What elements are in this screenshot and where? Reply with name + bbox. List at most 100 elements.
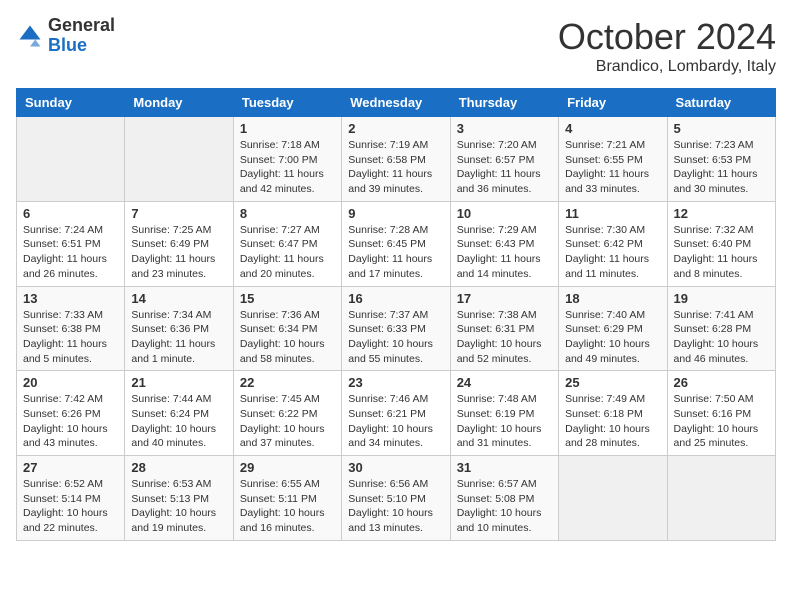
calendar-cell: 31Sunrise: 6:57 AM Sunset: 5:08 PM Dayli… [450, 456, 558, 541]
day-number: 12 [674, 206, 769, 221]
calendar-cell: 28Sunrise: 6:53 AM Sunset: 5:13 PM Dayli… [125, 456, 233, 541]
logo-text: General Blue [48, 16, 115, 56]
logo-blue: Blue [48, 35, 87, 55]
calendar-cell: 25 Sunrise: 7:49 AM Sunset: 6:18 PM Dayli… [559, 371, 667, 456]
day-info: Sunrise: 7:42 AM Sunset: 6:26 PM Dayligh… [23, 392, 118, 451]
logo-general: General [48, 15, 115, 35]
day-info: Sunrise: 7:25 AM Sunset: 6:49 PM Dayligh… [131, 223, 226, 282]
day-number: 26 [674, 375, 769, 390]
day-number: 15 [240, 291, 335, 306]
calendar-cell: 13 Sunrise: 7:33 AM Sunset: 6:38 PM Dayli… [17, 286, 125, 371]
calendar-cell: 20 Sunrise: 7:42 AM Sunset: 6:26 PM Dayli… [17, 371, 125, 456]
day-number: 28 [131, 460, 226, 475]
calendar-cell: 2Sunrise: 7:19 AM Sunset: 6:58 PM Daylig… [342, 117, 450, 202]
day-info: Sunrise: 7:38 AM Sunset: 6:31 PM Dayligh… [457, 308, 552, 367]
day-number: 3 [457, 121, 552, 136]
day-info: Sunrise: 7:33 AM Sunset: 6:38 PM Dayligh… [23, 308, 118, 367]
day-info: Sunrise: 7:45 AM Sunset: 6:22 PM Dayligh… [240, 392, 335, 451]
calendar-cell: 1 Sunrise: 7:18 AM Sunset: 7:00 PM Daylig… [233, 117, 341, 202]
day-number: 11 [565, 206, 660, 221]
day-info: Sunrise: 6:57 AM Sunset: 5:08 PM Dayligh… [457, 477, 552, 536]
month-title: October 2024 [558, 16, 776, 58]
calendar-cell: 27 Sunrise: 6:52 AM Sunset: 5:14 PM Dayli… [17, 456, 125, 541]
day-info: Sunrise: 7:19 AM Sunset: 6:58 PM Dayligh… [348, 138, 443, 197]
day-number: 18 [565, 291, 660, 306]
day-info: Sunrise: 6:52 AM Sunset: 5:14 PM Dayligh… [23, 477, 118, 536]
weekday-header-monday: Monday [125, 89, 233, 117]
week-row-1: 1 Sunrise: 7:18 AM Sunset: 7:00 PM Daylig… [17, 117, 776, 202]
calendar-cell: 5 Sunrise: 7:23 AM Sunset: 6:53 PM Daylig… [667, 117, 775, 202]
weekday-header-sunday: Sunday [17, 89, 125, 117]
day-info: Sunrise: 7:29 AM Sunset: 6:43 PM Dayligh… [457, 223, 552, 282]
day-number: 17 [457, 291, 552, 306]
weekday-header-saturday: Saturday [667, 89, 775, 117]
calendar-cell: 6 Sunrise: 7:24 AM Sunset: 6:51 PM Daylig… [17, 201, 125, 286]
day-number: 22 [240, 375, 335, 390]
day-info: Sunrise: 7:37 AM Sunset: 6:33 PM Dayligh… [348, 308, 443, 367]
week-row-2: 6 Sunrise: 7:24 AM Sunset: 6:51 PM Daylig… [17, 201, 776, 286]
day-info: Sunrise: 7:49 AM Sunset: 6:18 PM Dayligh… [565, 392, 660, 451]
calendar-cell: 4Sunrise: 7:21 AM Sunset: 6:55 PM Daylig… [559, 117, 667, 202]
day-info: Sunrise: 7:18 AM Sunset: 7:00 PM Dayligh… [240, 138, 335, 197]
day-number: 23 [348, 375, 443, 390]
calendar-cell: 15Sunrise: 7:36 AM Sunset: 6:34 PM Dayli… [233, 286, 341, 371]
calendar-cell: 9Sunrise: 7:28 AM Sunset: 6:45 PM Daylig… [342, 201, 450, 286]
day-number: 20 [23, 375, 118, 390]
day-info: Sunrise: 7:34 AM Sunset: 6:36 PM Dayligh… [131, 308, 226, 367]
calendar-cell: 12 Sunrise: 7:32 AM Sunset: 6:40 PM Dayli… [667, 201, 775, 286]
day-info: Sunrise: 7:41 AM Sunset: 6:28 PM Dayligh… [674, 308, 769, 367]
day-number: 7 [131, 206, 226, 221]
calendar-cell [667, 456, 775, 541]
day-number: 5 [674, 121, 769, 136]
weekday-header-wednesday: Wednesday [342, 89, 450, 117]
calendar-cell: 10 Sunrise: 7:29 AM Sunset: 6:43 PM Dayli… [450, 201, 558, 286]
day-info: Sunrise: 7:27 AM Sunset: 6:47 PM Dayligh… [240, 223, 335, 282]
location: Brandico, Lombardy, Italy [558, 58, 776, 76]
calendar-cell: 23 Sunrise: 7:46 AM Sunset: 6:21 PM Dayli… [342, 371, 450, 456]
day-number: 30 [348, 460, 443, 475]
day-info: Sunrise: 7:20 AM Sunset: 6:57 PM Dayligh… [457, 138, 552, 197]
calendar-cell: 21 Sunrise: 7:44 AM Sunset: 6:24 PM Dayli… [125, 371, 233, 456]
calendar-cell [125, 117, 233, 202]
day-number: 4 [565, 121, 660, 136]
day-number: 10 [457, 206, 552, 221]
day-info: Sunrise: 7:23 AM Sunset: 6:53 PM Dayligh… [674, 138, 769, 197]
calendar-cell: 3 Sunrise: 7:20 AM Sunset: 6:57 PM Daylig… [450, 117, 558, 202]
calendar-cell: 7 Sunrise: 7:25 AM Sunset: 6:49 PM Daylig… [125, 201, 233, 286]
weekday-header-tuesday: Tuesday [233, 89, 341, 117]
day-number: 25 [565, 375, 660, 390]
calendar-cell: 26 Sunrise: 7:50 AM Sunset: 6:16 PM Dayli… [667, 371, 775, 456]
day-number: 1 [240, 121, 335, 136]
day-info: Sunrise: 7:46 AM Sunset: 6:21 PM Dayligh… [348, 392, 443, 451]
day-info: Sunrise: 7:30 AM Sunset: 6:42 PM Dayligh… [565, 223, 660, 282]
day-number: 13 [23, 291, 118, 306]
day-number: 16 [348, 291, 443, 306]
day-number: 21 [131, 375, 226, 390]
calendar-cell: 29Sunrise: 6:55 AM Sunset: 5:11 PM Dayli… [233, 456, 341, 541]
week-row-5: 27 Sunrise: 6:52 AM Sunset: 5:14 PM Dayli… [17, 456, 776, 541]
calendar-table: SundayMondayTuesdayWednesdayThursdayFrid… [16, 88, 776, 541]
calendar-cell [559, 456, 667, 541]
calendar-cell: 14Sunrise: 7:34 AM Sunset: 6:36 PM Dayli… [125, 286, 233, 371]
title-block: October 2024 Brandico, Lombardy, Italy [558, 16, 776, 76]
weekday-header-friday: Friday [559, 89, 667, 117]
day-number: 27 [23, 460, 118, 475]
calendar-cell [17, 117, 125, 202]
day-info: Sunrise: 7:40 AM Sunset: 6:29 PM Dayligh… [565, 308, 660, 367]
day-info: Sunrise: 6:56 AM Sunset: 5:10 PM Dayligh… [348, 477, 443, 536]
day-info: Sunrise: 7:28 AM Sunset: 6:45 PM Dayligh… [348, 223, 443, 282]
day-info: Sunrise: 7:32 AM Sunset: 6:40 PM Dayligh… [674, 223, 769, 282]
day-number: 6 [23, 206, 118, 221]
calendar-cell: 24Sunrise: 7:48 AM Sunset: 6:19 PM Dayli… [450, 371, 558, 456]
day-info: Sunrise: 7:24 AM Sunset: 6:51 PM Dayligh… [23, 223, 118, 282]
page-header: General Blue October 2024 Brandico, Lomb… [16, 16, 776, 76]
day-info: Sunrise: 6:55 AM Sunset: 5:11 PM Dayligh… [240, 477, 335, 536]
day-info: Sunrise: 7:50 AM Sunset: 6:16 PM Dayligh… [674, 392, 769, 451]
calendar-cell: 22 Sunrise: 7:45 AM Sunset: 6:22 PM Dayli… [233, 371, 341, 456]
calendar-cell: 11 Sunrise: 7:30 AM Sunset: 6:42 PM Dayli… [559, 201, 667, 286]
day-info: Sunrise: 7:44 AM Sunset: 6:24 PM Dayligh… [131, 392, 226, 451]
day-number: 24 [457, 375, 552, 390]
calendar-cell: 18 Sunrise: 7:40 AM Sunset: 6:29 PM Dayli… [559, 286, 667, 371]
day-number: 19 [674, 291, 769, 306]
week-row-4: 20 Sunrise: 7:42 AM Sunset: 6:26 PM Dayli… [17, 371, 776, 456]
